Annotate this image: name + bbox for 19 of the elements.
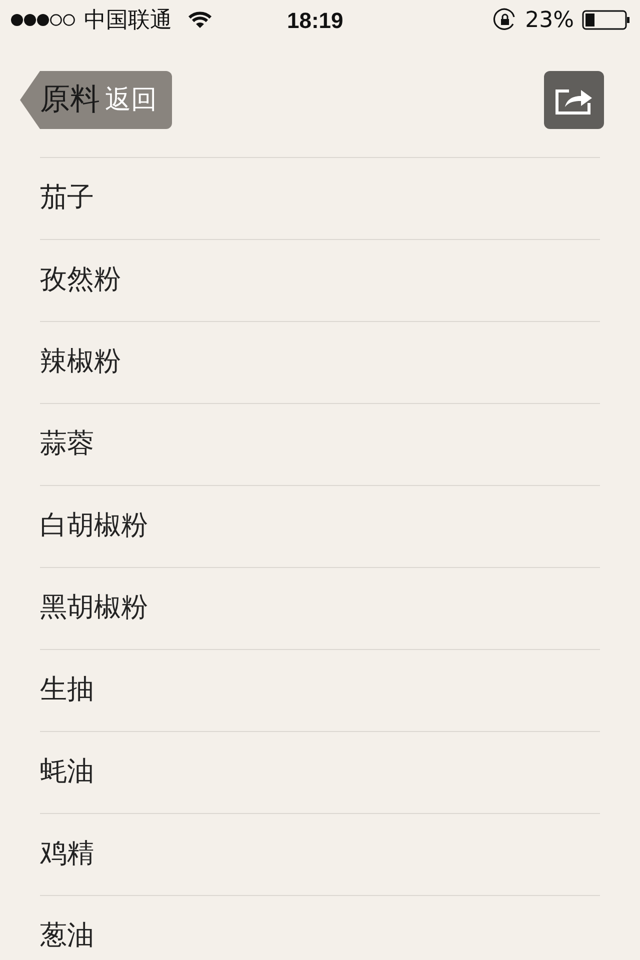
clock-time: 18:19 <box>287 6 344 34</box>
ingredient-item[interactable]: 蚝油 <box>40 752 94 793</box>
share-button[interactable] <box>544 71 604 129</box>
ingredient-item[interactable]: 黑胡椒粉 <box>40 588 148 629</box>
ingredient-item[interactable]: 孜然粉 <box>40 260 121 301</box>
ingredient-item[interactable]: 辣椒粉 <box>40 342 121 383</box>
ingredient-item[interactable]: 茄子 <box>40 178 94 219</box>
page-title: 原料 <box>40 85 100 115</box>
ingredient-item[interactable]: 鸡精 <box>40 834 94 875</box>
wifi-icon <box>188 11 212 29</box>
rotation-lock-icon <box>493 8 518 32</box>
ingredient-item[interactable]: 蒜蓉 <box>40 424 94 465</box>
ingredient-item[interactable]: 葱油 <box>40 916 94 957</box>
signal-icon <box>10 13 76 27</box>
battery-percent: 23% <box>525 6 574 34</box>
ingredient-item[interactable]: 生抽 <box>40 670 94 711</box>
carrier-name: 中国联通 <box>84 6 172 34</box>
ingredient-item[interactable]: 白胡椒粉 <box>40 506 148 547</box>
battery-icon <box>582 10 630 30</box>
